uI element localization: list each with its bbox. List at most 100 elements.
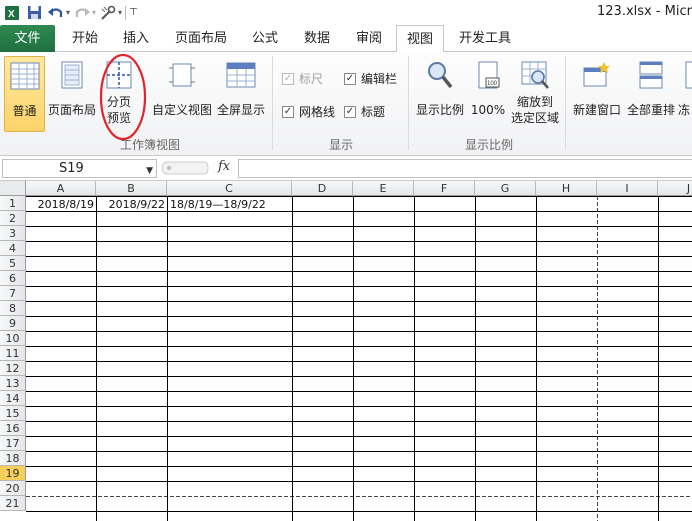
row-header-7[interactable]: 7 [0,286,26,301]
row-header-15[interactable]: 15 [0,406,26,421]
full-screen-button[interactable]: 全屏显示 [214,56,268,132]
custom-views-icon [167,60,197,90]
new-window-icon [582,60,612,90]
formula-bar-checkbox[interactable]: ✓ 编辑栏 [344,70,397,87]
row-header-10[interactable]: 10 [0,331,26,346]
title-bar: X ▾ ▾ ▾ ⊤ 123.xlsx - Micr [0,0,692,25]
ribbon-tabs: 文件 开始 插入 页面布局 公式 数据 审阅 视图 开发工具 [0,25,692,53]
column-header-G[interactable]: G [475,181,536,196]
new-window-label: 新建窗口 [572,103,621,117]
zoom-100-button[interactable]: 100 100% [468,56,508,132]
redo-icon[interactable] [72,3,92,23]
qat-separator [125,5,127,20]
column-header-C[interactable]: C [167,181,292,196]
tab-review[interactable]: 审阅 [346,25,392,52]
row-header-16[interactable]: 16 [0,421,26,436]
formula-input[interactable] [238,159,692,178]
row-header-1[interactable]: 1 [0,196,26,211]
normal-view-button[interactable]: 普通 [4,56,45,132]
group-separator [565,56,566,150]
page-layout-view-button[interactable]: 页面布局 [46,56,98,132]
row-header-19[interactable]: 19 [0,466,26,481]
fx-icon[interactable]: fx [218,159,230,174]
cell-B1[interactable]: 2018/9/22 [97,197,167,212]
zoom-to-selection-button[interactable]: 缩放到 选定区域 [509,56,561,132]
name-box[interactable]: S19 ▼ [2,159,157,178]
svg-text:100: 100 [487,81,498,87]
row-header-12[interactable]: 12 [0,361,26,376]
column-header-B[interactable]: B [96,181,167,196]
row-header-8[interactable]: 8 [0,301,26,316]
cell-A1[interactable]: 2018/8/19 [30,197,96,212]
row-header-18[interactable]: 18 [0,451,26,466]
row-header-14[interactable]: 14 [0,391,26,406]
tab-formulas[interactable]: 公式 [242,25,288,52]
tab-file[interactable]: 文件 [0,25,55,52]
column-header-I[interactable]: I [597,181,658,196]
normal-view-icon [9,61,41,91]
customize-icon[interactable]: ⊤ [129,7,138,18]
magnifier-icon [425,60,455,90]
zoom-button[interactable]: 显示比例 [413,56,467,132]
column-header-D[interactable]: D [292,181,353,196]
page-layout-icon [57,60,87,90]
column-header-E[interactable]: E [353,181,414,196]
zoom-100-icon: 100 [473,60,503,90]
row-header-20[interactable]: 20 [0,481,26,496]
ruler-checkbox[interactable]: ✓ 标尺 [282,70,323,87]
excel-logo-icon[interactable]: X [2,3,22,23]
new-window-button[interactable]: 新建窗口 [570,56,624,132]
row-header-21[interactable]: 21 [0,496,26,511]
name-box-dropdown-icon[interactable]: ▼ [146,163,153,180]
freeze-panes-icon [684,60,692,90]
full-screen-icon [225,60,257,90]
row-header-6[interactable]: 6 [0,271,26,286]
freeze-panes-button[interactable]: 冻 [678,56,692,132]
row-header-5[interactable]: 5 [0,256,26,271]
column-header-A[interactable]: A [26,181,96,196]
tab-view[interactable]: 视图 [396,25,444,53]
arrange-all-label: 全部重排 [626,103,675,117]
freeze-panes-label: 冻 [678,103,691,117]
tab-insert[interactable]: 插入 [112,25,160,52]
workbook-views-group-label: 工作簿视图 [119,138,180,152]
tools-icon[interactable] [98,3,118,23]
zoom-100-label: 100% [470,103,506,117]
spreadsheet-grid[interactable]: ABCDEFGHIJ 1 2 3 4 5 6 7 8 9 10 11 12 13 14 15 16 17 18 19… [0,181,692,521]
row-header-4[interactable]: 4 [0,241,26,256]
tools-dropdown-icon[interactable]: ▾ [118,8,122,17]
row-header-2[interactable]: 2 [0,211,26,226]
select-all-corner[interactable] [0,181,26,196]
row-header-13[interactable]: 13 [0,376,26,391]
column-header-H[interactable]: H [536,181,597,196]
page-layout-label: 页面布局 [47,103,96,117]
column-header-J[interactable]: J [658,181,692,196]
row-header-9[interactable]: 9 [0,316,26,331]
column-header-F[interactable]: F [414,181,475,196]
save-icon[interactable] [24,3,44,23]
headings-checkbox[interactable]: ✓ 标题 [344,103,385,120]
undo-dropdown-icon[interactable]: ▾ [66,8,70,17]
zoom-group-label: 显示比例 [464,138,513,152]
tab-data[interactable]: 数据 [294,25,340,52]
tab-home[interactable]: 开始 [61,25,109,52]
row-header-17[interactable]: 17 [0,436,26,451]
cell-C1[interactable]: 18/8/19—18/9/22 [170,197,266,212]
show-group-label: 显示 [328,138,353,152]
tab-developer[interactable]: 开发工具 [452,25,518,52]
grid-lines [26,196,692,521]
gridlines-checkbox[interactable]: ✓ 网格线 [282,103,335,120]
zoom-to-selection-icon [520,60,550,90]
redo-dropdown-icon[interactable]: ▾ [92,8,96,17]
svg-text:X: X [8,9,15,20]
row-header-3[interactable]: 3 [0,226,26,241]
full-screen-label: 全屏显示 [216,103,265,117]
custom-views-label: 自定义视图 [151,103,212,117]
undo-icon[interactable] [46,3,66,23]
row-header-11[interactable]: 11 [0,346,26,361]
arrange-all-button[interactable]: 全部重排 [625,56,677,132]
tab-page-layout[interactable]: 页面布局 [168,25,234,52]
custom-views-button[interactable]: 自定义视图 [151,56,213,132]
zoom-to-selection-label-1: 缩放到 [516,95,553,109]
formula-bar-expander[interactable] [160,160,210,177]
